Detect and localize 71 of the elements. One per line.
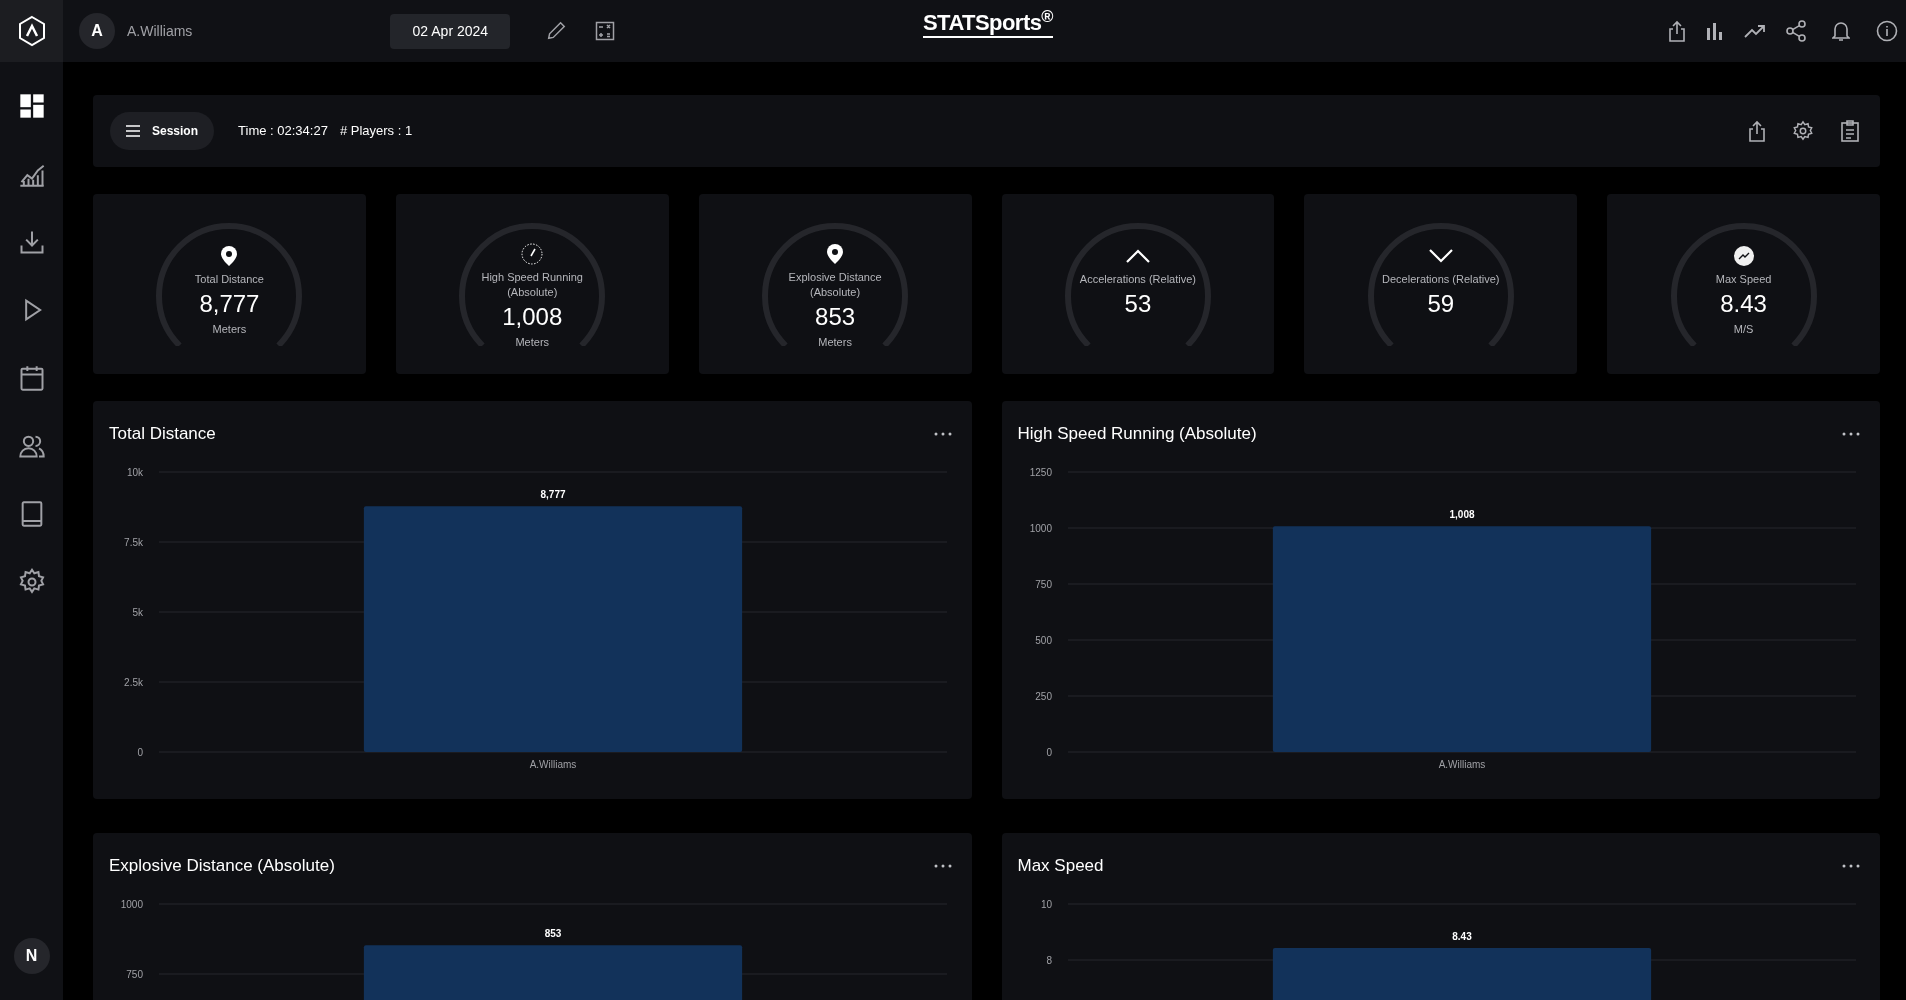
settings-icon[interactable] [1792, 120, 1814, 142]
bar-value-label: 853 [544, 927, 562, 939]
notification-icon[interactable] [1832, 20, 1850, 42]
axis-tick-label: 500 [1034, 634, 1052, 646]
more-icon[interactable] [933, 431, 952, 436]
metric-unit: Meters [515, 335, 550, 350]
axis-category-label: A.Williams [529, 758, 577, 770]
axis-tick-label: 750 [126, 968, 143, 980]
axis-tick-label: 5k [132, 606, 143, 618]
chart-title: Total Distance [109, 423, 216, 445]
chart-title: Explosive Distance (Absolute) [109, 855, 335, 877]
dashboard-icon[interactable] [17, 92, 46, 120]
metric-unit: Meters [212, 322, 247, 337]
axis-tick-label: 0 [137, 746, 143, 758]
calculator-icon[interactable] [595, 21, 616, 41]
axis-category-label: A.Williams [1438, 758, 1485, 770]
metric-value: 8,777 [199, 289, 260, 319]
metric-label: Max Speed [1715, 272, 1772, 287]
axis-tick-label: 10k [126, 466, 143, 478]
location-pin-icon [826, 243, 845, 265]
bar-value-label: 1,008 [1449, 508, 1474, 520]
user-avatar[interactable]: A [79, 13, 115, 49]
axis-tick-label: 1000 [120, 898, 143, 910]
bar-value-label: 8.43 [1451, 930, 1472, 942]
export-icon[interactable] [1668, 20, 1686, 42]
axis-tick-label: 8 [1045, 954, 1052, 966]
axis-tick-label: 2.5k [124, 676, 143, 688]
date-picker[interactable]: 02 Apr 2024 [390, 13, 511, 49]
metric-unit: Meters [818, 335, 852, 350]
more-icon[interactable] [1842, 431, 1860, 436]
metric-label: Total Distance [194, 272, 264, 287]
clipboard-icon[interactable] [1840, 120, 1860, 142]
metric-unit: M/S [1733, 322, 1754, 337]
session-time: Time : 02:34:27 [238, 122, 328, 141]
metric-value: 853 [815, 302, 856, 332]
metric-value: 1,008 [502, 302, 563, 332]
settings-icon[interactable] [17, 568, 46, 596]
chart-title: High Speed Running (Absolute) [1017, 423, 1257, 445]
metric-value: 59 [1427, 289, 1455, 319]
player-count: # Players : 1 [339, 122, 413, 141]
metric-value: 8.43 [1720, 289, 1767, 319]
edit-icon[interactable] [545, 20, 568, 42]
bar-value-label: 8,777 [540, 488, 566, 500]
location-pin-icon [220, 245, 239, 267]
brand-logo: STATSports$^{®}$ [923, 10, 1053, 38]
trend-icon[interactable] [1744, 24, 1766, 38]
metric-label: Explosive Distance (Absolute) [787, 270, 883, 300]
metric-label: Accelerations (Relative) [1079, 272, 1196, 287]
account-avatar[interactable]: N [13, 938, 50, 974]
metric-label: High Speed Running (Absolute) [480, 270, 584, 300]
menu-icon [126, 125, 140, 137]
share-icon[interactable] [1786, 20, 1806, 42]
bar-chart-icon[interactable] [1706, 22, 1724, 40]
metric-value: 53 [1124, 289, 1152, 319]
axis-tick-label: 1250 [1029, 466, 1052, 478]
more-icon[interactable] [933, 863, 952, 868]
axis-tick-label: 7.5k [124, 536, 143, 548]
export-icon[interactable] [1748, 120, 1766, 142]
axis-tick-label: 750 [1034, 578, 1052, 590]
user-name: A.Williams [127, 21, 193, 41]
speedometer-icon [520, 243, 545, 265]
more-icon[interactable] [1842, 863, 1860, 868]
axis-tick-label: 10 [1040, 898, 1052, 910]
axis-tick-label: 1000 [1029, 522, 1052, 534]
session-button[interactable]: Session [110, 112, 215, 150]
axis-tick-label: 250 [1034, 690, 1052, 702]
info-icon[interactable] [1876, 20, 1898, 42]
chart-title: Max Speed [1017, 855, 1104, 877]
trend-badge-icon [1733, 245, 1754, 267]
metric-label: Decelerations (Relative) [1382, 272, 1500, 287]
axis-tick-label: 0 [1045, 746, 1052, 758]
